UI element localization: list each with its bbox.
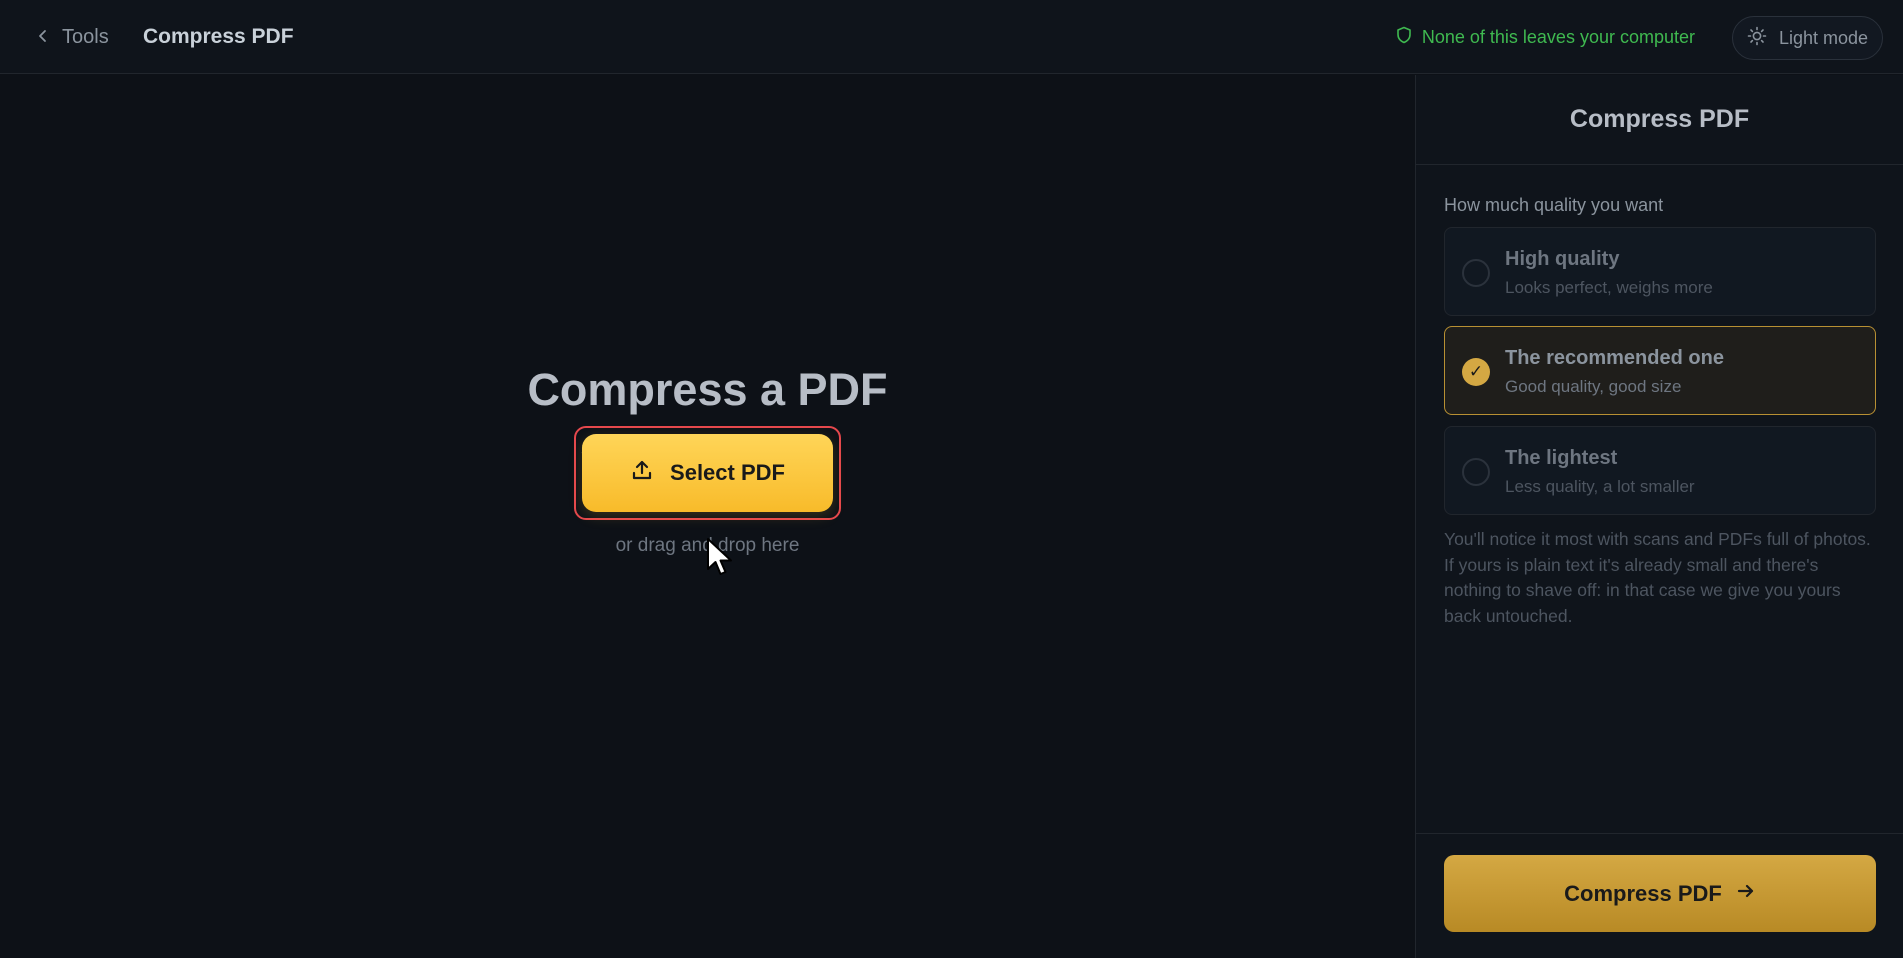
arrow-right-icon xyxy=(1736,881,1756,907)
quality-option-lightest[interactable]: The lightest Less quality, a lot smaller xyxy=(1444,426,1876,515)
sun-icon xyxy=(1747,26,1767,51)
option-title: High quality xyxy=(1505,248,1620,270)
check-icon: ✓ xyxy=(1462,358,1490,386)
upload-icon xyxy=(630,458,654,488)
privacy-badge: None of this leaves your computer xyxy=(1396,22,1695,52)
hero-title: Compress a PDF xyxy=(527,364,888,415)
compression-note: You'll notice it most with scans and PDF… xyxy=(1444,529,1871,626)
privacy-note-text: None of this leaves your computer xyxy=(1421,26,1695,47)
quality-option-recommended[interactable]: ✓ The recommended one Good quality, good… xyxy=(1444,326,1876,415)
theme-toggle-button[interactable]: Light mode xyxy=(1732,16,1883,60)
sidebar-footer: Compress PDF xyxy=(1416,833,1903,958)
chevron-left-icon xyxy=(36,26,50,49)
option-title: The lightest xyxy=(1505,447,1618,469)
option-title: The recommended one xyxy=(1505,347,1724,369)
theme-toggle-label: Light mode xyxy=(1778,27,1869,48)
compress-pdf-button[interactable]: Compress PDF xyxy=(1444,855,1876,932)
quality-option-high[interactable]: High quality Looks perfect, weighs more xyxy=(1444,227,1876,316)
option-subtitle: Looks perfect, weighs more xyxy=(1505,278,1713,297)
compress-button-label: Compress PDF xyxy=(1564,880,1722,906)
drop-hint: or drag and drop here xyxy=(615,535,800,556)
top-bar: Tools Compress PDF None of this leaves y… xyxy=(0,0,1903,74)
back-link-label: Tools xyxy=(62,25,109,48)
quality-label: How much quality you want xyxy=(1444,195,1664,215)
option-subtitle: Less quality, a lot smaller xyxy=(1505,477,1695,496)
select-pdf-highlight: Select PDF xyxy=(574,426,841,520)
option-subtitle: Good quality, good size xyxy=(1505,377,1682,396)
radio-unchecked-icon xyxy=(1462,259,1490,287)
select-pdf-button[interactable]: Select PDF xyxy=(582,434,833,512)
settings-sidebar: Compress PDF How much quality you want H… xyxy=(1415,75,1903,958)
sidebar-title: Compress PDF xyxy=(1416,75,1903,165)
page-title: Compress PDF xyxy=(143,25,294,48)
shield-icon xyxy=(1396,26,1412,49)
select-pdf-label: Select PDF xyxy=(670,460,785,485)
back-to-tools-link[interactable]: Tools xyxy=(36,22,109,52)
radio-unchecked-icon xyxy=(1462,458,1490,486)
